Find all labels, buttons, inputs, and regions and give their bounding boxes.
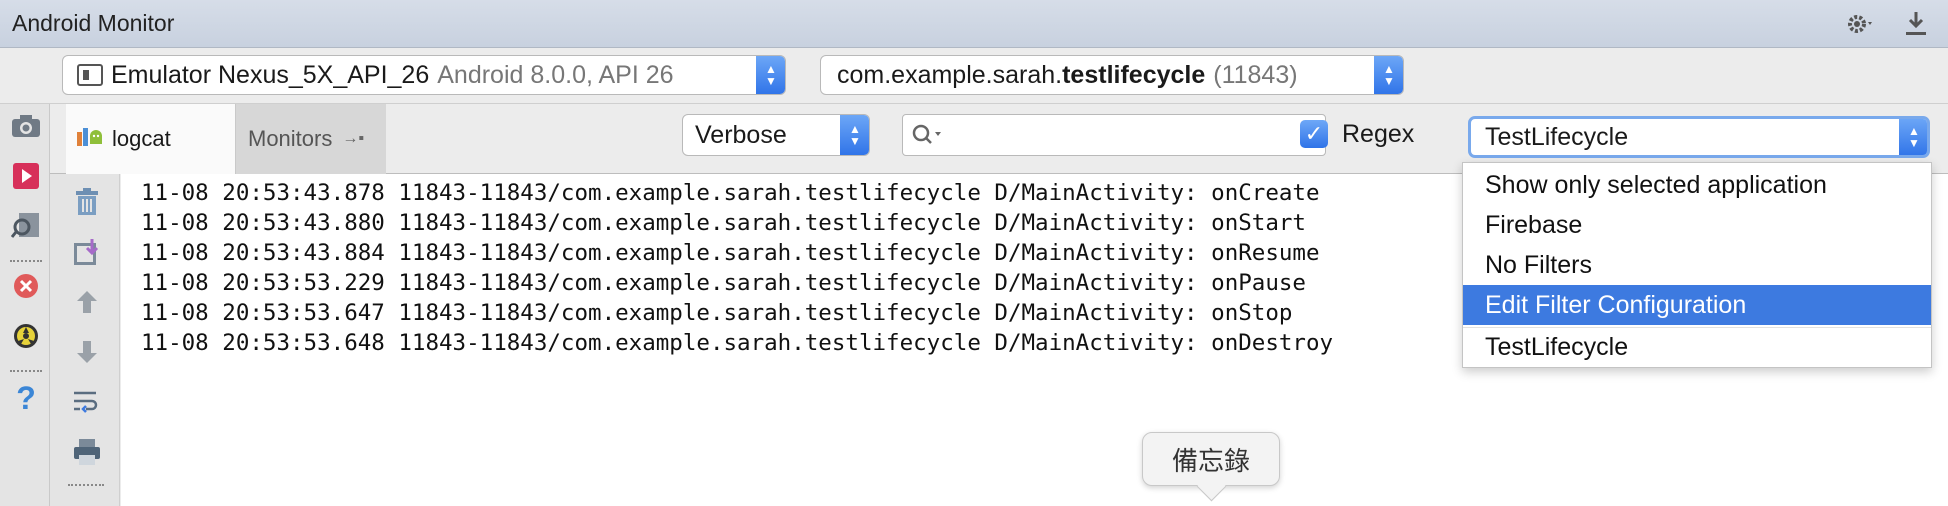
trash-icon[interactable]: [70, 186, 104, 218]
log-line: 11-08 20:53:43.878 11843-11843/com.examp…: [141, 180, 1320, 206]
log-level-value: Verbose: [695, 120, 787, 149]
hide-panel-icon[interactable]: [1898, 9, 1934, 39]
window-title: Android Monitor: [12, 10, 175, 36]
tab-logcat[interactable]: logcat: [66, 104, 236, 174]
log-level-selector[interactable]: Verbose ▲ ▼: [682, 114, 870, 156]
print-icon[interactable]: [70, 436, 104, 468]
log-line: 11-08 20:53:53.229 11843-11843/com.examp…: [141, 270, 1306, 296]
tab-monitors[interactable]: Monitors →▪: [236, 104, 386, 174]
record-icon[interactable]: [10, 160, 42, 192]
process-selector[interactable]: com.example.sarah. testlifecycle (11843)…: [820, 55, 1404, 95]
device-icon: [77, 64, 103, 86]
help-icon[interactable]: ?: [10, 380, 42, 416]
tab-logcat-label: logcat: [112, 126, 171, 151]
soft-wrap-icon[interactable]: [70, 386, 104, 418]
log-line: 11-08 20:53:53.647 11843-11843/com.examp…: [141, 300, 1293, 326]
chevron-updown-icon: ▲ ▼: [840, 115, 869, 155]
log-line: 11-08 20:53:53.648 11843-11843/com.examp…: [141, 330, 1334, 356]
search-field[interactable]: [902, 114, 1326, 156]
tab-monitors-label: Monitors: [248, 126, 333, 151]
log-line: 11-08 20:53:43.880 11843-11843/com.examp…: [141, 210, 1306, 236]
regex-label: Regex: [1342, 120, 1415, 148]
pin-icon: →▪: [342, 130, 365, 147]
filter-option-show-only-selected[interactable]: Show only selected application: [1463, 165, 1931, 205]
chevron-updown-icon: ▲ ▼: [1374, 56, 1403, 94]
device-name: Emulator Nexus_5X_API_26: [111, 60, 430, 89]
filter-selector[interactable]: TestLifecycle ▲ ▼: [1468, 116, 1930, 158]
process-pid: (11843): [1213, 60, 1298, 89]
android-icon: [76, 124, 106, 154]
device-row: Emulator Nexus_5X_API_26 Android 8.0.0, …: [0, 48, 1948, 104]
log-line: 11-08 20:53:43.884 11843-11843/com.examp…: [141, 240, 1320, 266]
filter-selected-value: TestLifecycle: [1485, 122, 1629, 151]
process-name: testlifecycle: [1062, 60, 1206, 89]
arrow-down-icon[interactable]: [70, 336, 104, 368]
filter-option-testlifecycle[interactable]: TestLifecycle: [1463, 327, 1931, 367]
arrow-up-icon[interactable]: [70, 286, 104, 318]
divider: [68, 484, 104, 486]
logcat-actions: [50, 174, 120, 506]
gc-icon[interactable]: [10, 320, 42, 352]
layout-inspector-icon[interactable]: [10, 210, 42, 242]
gear-icon[interactable]: [1842, 9, 1878, 39]
divider: [10, 370, 42, 372]
export-icon[interactable]: [70, 236, 104, 268]
search-icon: [911, 123, 943, 152]
tooltip: 備忘錄: [1142, 432, 1280, 486]
device-detail: Android 8.0.0, API 26: [437, 60, 674, 89]
process-prefix: com.example.sarah.: [837, 60, 1063, 89]
filter-option-firebase[interactable]: Firebase: [1463, 205, 1931, 245]
android-monitor-window: Android Monitor Emulator Nexus_5X_API_26…: [0, 0, 1948, 506]
title-bar: Android Monitor: [0, 0, 1948, 48]
tooltip-text: 備忘錄: [1171, 445, 1250, 476]
chevron-updown-icon: ▲ ▼: [1899, 119, 1927, 155]
divider: [10, 260, 42, 262]
filter-dropdown-list: Show only selected application Firebase …: [1462, 162, 1932, 368]
left-toolbar: ?: [0, 104, 50, 506]
chevron-updown-icon: ▲ ▼: [756, 56, 785, 94]
filter-option-edit-configuration[interactable]: Edit Filter Configuration: [1463, 285, 1931, 325]
filter-option-no-filters[interactable]: No Filters: [1463, 245, 1931, 285]
device-selector[interactable]: Emulator Nexus_5X_API_26 Android 8.0.0, …: [62, 55, 786, 95]
regex-checkbox[interactable]: ✓: [1300, 120, 1328, 148]
terminate-icon[interactable]: [10, 270, 42, 302]
camera-icon[interactable]: [10, 110, 42, 142]
